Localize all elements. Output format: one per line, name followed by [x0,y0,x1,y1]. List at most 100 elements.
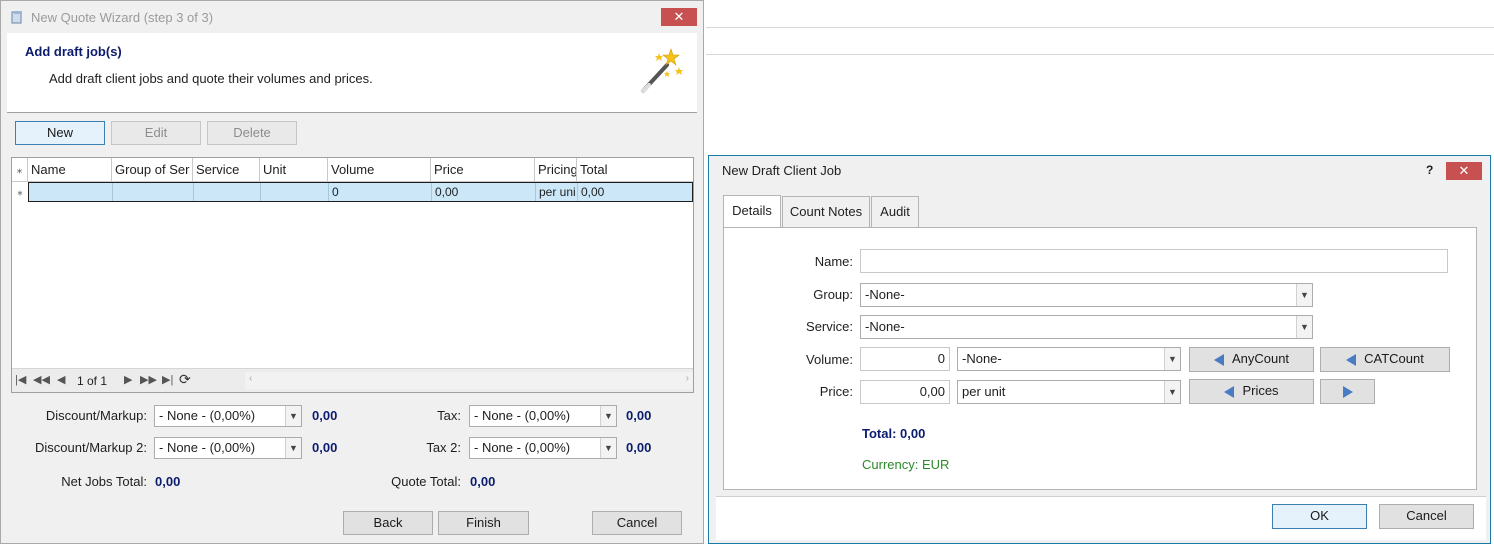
name-field[interactable] [860,249,1448,273]
cell-pricing[interactable]: per uni [536,183,578,201]
scroll-right-icon[interactable]: › [686,373,689,384]
dialog-title: New Draft Client Job [722,163,842,178]
volume-field[interactable]: 0 [860,347,950,371]
grid-pager: |◀ ◀◀ ◀ 1 of 1 ▶ ▶▶ ▶| ⟳ ‹ › [12,368,693,392]
new-job-button[interactable]: New [15,121,105,145]
back-button[interactable]: Back [343,511,433,535]
prices-button-label: Prices [1242,383,1279,398]
help-icon[interactable]: ? [1426,163,1433,177]
tax-select-value: - None - (0,00%) [474,408,571,423]
background-divider [706,54,1494,55]
tax-select[interactable]: - None - (0,00%) ▼ [469,405,617,427]
cell-volume[interactable]: 0 [329,183,432,201]
column-header-service[interactable]: Service [193,158,260,182]
quote-total-value: 0,00 [470,474,496,489]
price-next-button[interactable] [1320,379,1375,404]
tab-audit[interactable]: Audit [871,196,919,227]
price-mode-select-value: per unit [962,384,1006,399]
service-label: Service: [806,319,853,334]
prices-button[interactable]: Prices [1189,379,1314,404]
previous-block-icon[interactable]: ◀◀ [33,373,50,386]
wizard-step-title: Add draft job(s) [25,44,122,59]
dialog-cancel-button[interactable]: Cancel [1379,504,1474,529]
service-select-value: -None- [865,319,905,334]
group-select[interactable]: -None- ▼ [860,283,1313,307]
volume-label: Volume: [806,352,853,367]
chevron-down-icon: ▼ [285,406,301,426]
chevron-down-icon: ▼ [1164,381,1180,403]
wizard-close-button[interactable]: ✕ [661,8,697,26]
horizontal-scrollbar[interactable]: ‹ › [245,372,693,389]
tax2-amount: 0,00 [626,440,652,455]
scroll-left-icon[interactable]: ‹ [249,373,252,384]
tax2-select[interactable]: - None - (0,00%) ▼ [469,437,617,459]
name-label: Name: [814,254,853,269]
quote-total-label: Quote Total: [391,474,461,489]
service-select[interactable]: -None- ▼ [860,315,1313,339]
discount2-amount: 0,00 [312,440,338,455]
grid-header: ⁎ Name Group of Ser Service Unit Volume … [12,158,693,182]
dialog-close-button[interactable]: ✕ [1446,162,1482,180]
finish-button[interactable]: Finish [438,511,529,535]
column-header-group[interactable]: Group of Ser [112,158,193,182]
discount2-select-value: - None - (0,00%) [159,440,256,455]
draft-jobs-grid[interactable]: ⁎ Name Group of Ser Service Unit Volume … [11,157,694,393]
cell-unit[interactable] [261,183,329,201]
tax2-select-value: - None - (0,00%) [474,440,571,455]
column-header-pricing[interactable]: Pricing [535,158,577,182]
chevron-down-icon: ▼ [1296,316,1312,338]
edit-job-button[interactable]: Edit [111,121,201,145]
catcount-button[interactable]: CATCount [1320,347,1450,372]
tab-count-notes[interactable]: Count Notes [782,196,870,227]
group-label: Group: [813,287,853,302]
chevron-down-icon: ▼ [600,406,616,426]
price-field[interactable]: 0,00 [860,380,950,404]
new-quote-wizard-window: New Quote Wizard (step 3 of 3) ✕ Add dra… [0,0,704,544]
cell-group[interactable] [113,183,194,201]
tab-details[interactable]: Details [723,195,781,228]
cell-price[interactable]: 0,00 [432,183,536,201]
first-page-icon[interactable]: |◀ [15,373,26,386]
delete-job-button[interactable]: Delete [207,121,297,145]
arrow-left-icon [1346,353,1357,366]
app-icon [10,10,24,24]
chevron-down-icon: ▼ [285,438,301,458]
discount2-select[interactable]: - None - (0,00%) ▼ [154,437,302,459]
magic-wand-icon [637,45,687,97]
cancel-button[interactable]: Cancel [592,511,682,535]
next-block-icon[interactable]: ▶▶ [140,373,157,386]
background-divider [706,27,1494,28]
ok-button[interactable]: OK [1272,504,1367,529]
cell-name[interactable] [29,183,113,201]
column-header-volume[interactable]: Volume [328,158,431,182]
page-info: 1 of 1 [77,374,108,388]
previous-page-icon[interactable]: ◀ [57,373,65,386]
discount-select[interactable]: - None - (0,00%) ▼ [154,405,302,427]
anycount-button-label: AnyCount [1231,351,1290,366]
cell-total[interactable]: 0,00 [578,183,692,201]
arrow-left-icon [1213,353,1224,366]
column-header-price[interactable]: Price [431,158,535,182]
currency-text: Currency: EUR [862,457,950,472]
refresh-icon[interactable]: ⟳ [179,371,191,388]
table-row[interactable]: 0 0,00 per uni 0,00 [28,182,693,202]
last-page-icon[interactable]: ▶| [162,373,173,386]
volume-unit-select-value: -None- [962,351,1002,366]
chevron-down-icon: ▼ [600,438,616,458]
chevron-down-icon: ▼ [1164,348,1180,370]
price-mode-select[interactable]: per unit ▼ [957,380,1181,404]
dialog-button-bar [716,496,1486,540]
arrow-left-icon [1224,385,1235,398]
net-jobs-total-label: Net Jobs Total: [61,474,147,489]
cell-service[interactable] [194,183,261,201]
total-text: Total: 0,00 [862,426,926,441]
new-row-marker-icon: ⁎ [17,186,23,198]
column-header-name[interactable]: Name [28,158,112,182]
arrow-right-icon [1342,385,1353,398]
volume-unit-select[interactable]: -None- ▼ [957,347,1181,371]
column-header-unit[interactable]: Unit [260,158,328,182]
next-page-icon[interactable]: ▶ [124,373,132,386]
column-header-total[interactable]: Total [577,158,693,182]
new-draft-client-job-dialog: New Draft Client Job ? ✕ Details Count N… [708,155,1491,544]
anycount-button[interactable]: AnyCount [1189,347,1314,372]
